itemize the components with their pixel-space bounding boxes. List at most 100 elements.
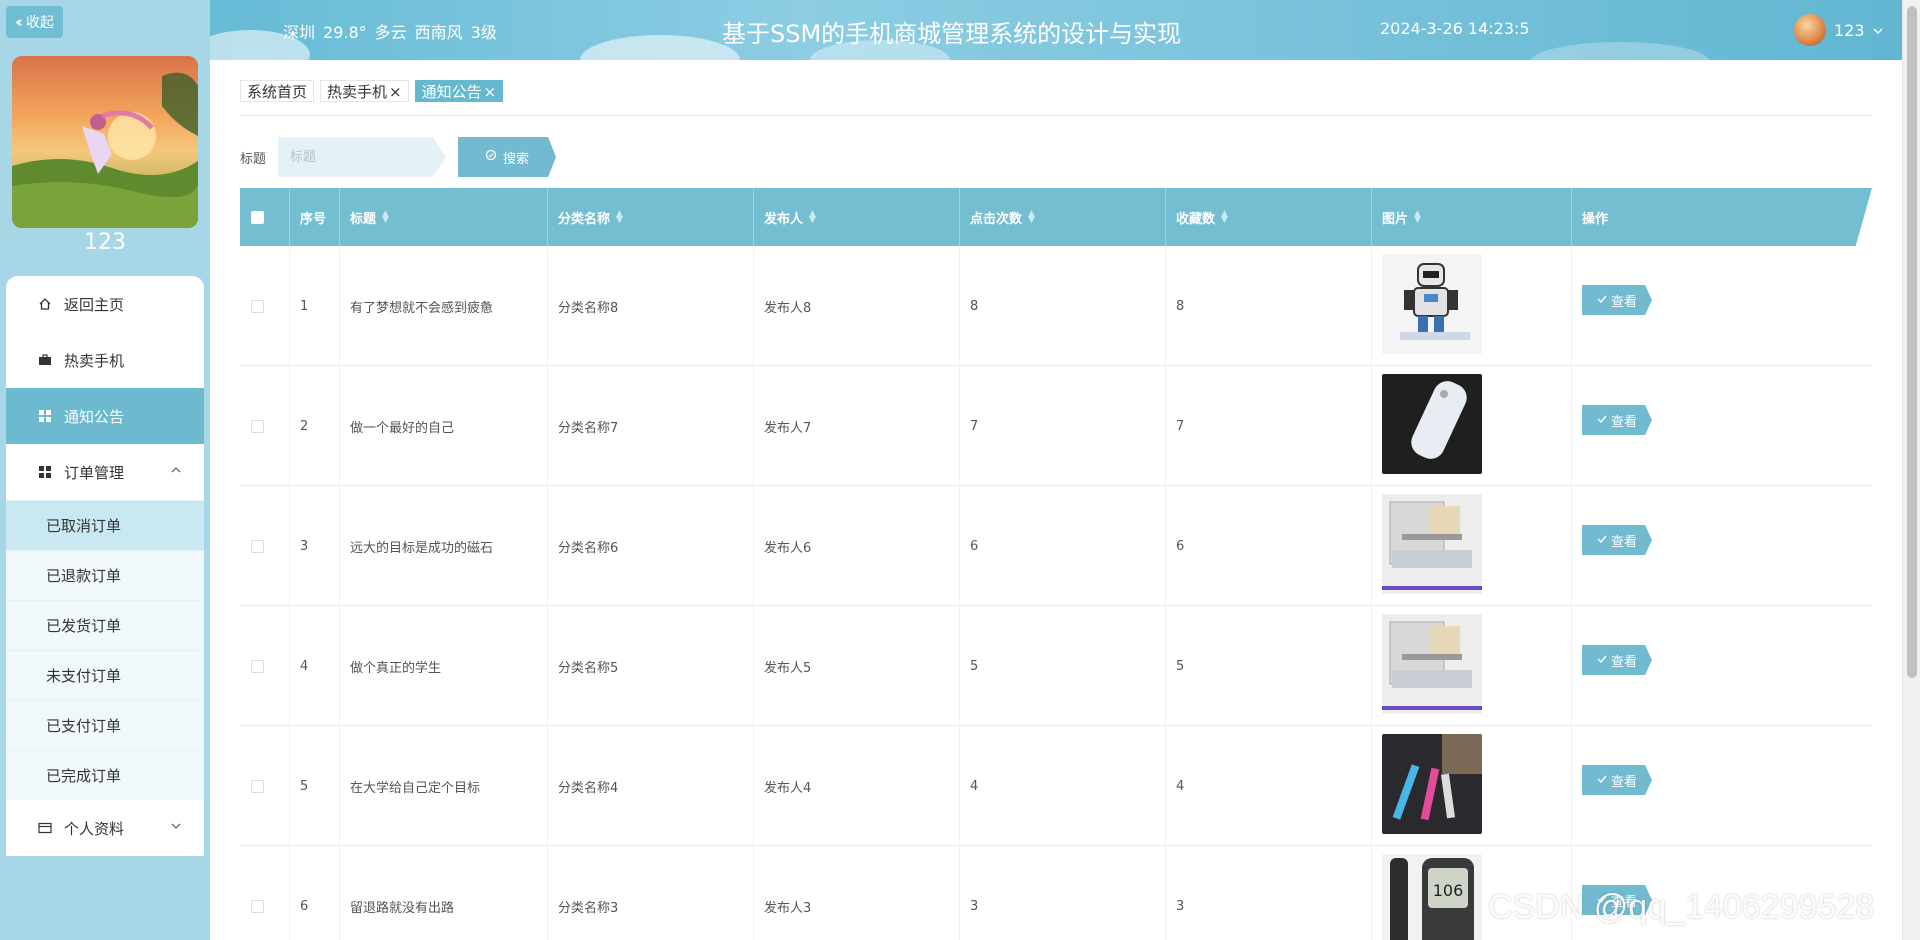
sidebar-item-profile[interactable]: 个人资料 (6, 800, 204, 856)
sidebar-item-notices[interactable]: 通知公告 (6, 388, 204, 444)
product-thumbnail[interactable] (1382, 734, 1482, 834)
row-checkbox[interactable] (251, 299, 264, 313)
sidebar-item-orders[interactable]: 订单管理 (6, 444, 204, 500)
scrollbar-thumb[interactable] (1907, 6, 1917, 678)
cell-favorites-text: 7 (1176, 418, 1185, 434)
cell-clicks-text: 6 (970, 538, 979, 554)
cell-favorites-text: 3 (1176, 898, 1185, 914)
product-thumbnail[interactable] (1382, 494, 1482, 594)
cell-favorites: 3 (1166, 846, 1372, 940)
table-header: 序号 标题 ▲ ▼ 分类名称 ▲ ▼ 发布人 ▲ ▼ 点击次数 ▲ ▼ 收藏数 ▲ ▼ 图片 ▲ ▼ 操… (240, 188, 1872, 246)
header-select-all[interactable] (240, 188, 290, 246)
sort-icon[interactable]: ▲ ▼ (616, 210, 623, 225)
cell-index-text: 2 (300, 418, 309, 434)
submenu-unpaid-orders[interactable]: 未支付订单 (6, 650, 204, 700)
header-title[interactable]: 标题 ▲ ▼ (340, 188, 548, 246)
tab-notices[interactable]: 通知公告 × (414, 80, 504, 102)
product-thumbnail[interactable] (1382, 374, 1482, 474)
page-scrollbar[interactable] (1902, 0, 1920, 940)
cell-index-text: 5 (300, 778, 309, 794)
sidebar-item-home[interactable]: 返回主页 (6, 276, 204, 332)
cell-clicks-text: 3 (970, 898, 979, 914)
sort-icon[interactable]: ▲ ▼ (809, 210, 816, 225)
cell-category: 分类名称4 (548, 726, 754, 846)
close-icon[interactable]: × (389, 83, 402, 101)
view-button[interactable]: 查看 (1582, 285, 1652, 315)
tab-label: 系统首页 (247, 83, 308, 101)
sidebar-username: 123 (84, 230, 126, 255)
collapse-label: 收起 (26, 15, 54, 31)
cell-title: 做一个最好的自己 (340, 366, 548, 486)
cell-favorites-text: 8 (1176, 298, 1185, 314)
row-checkbox[interactable] (251, 659, 264, 673)
view-button-label: 查看 (1610, 774, 1637, 790)
collapse-button[interactable]: ‹‹ 收起 (6, 6, 63, 38)
cell-publisher-text: 发布人8 (764, 300, 812, 316)
weather-info: 深圳 29.8° 多云 西南风 3级 (283, 19, 505, 43)
cell-actions: 查看 (1572, 606, 1872, 726)
view-button[interactable]: 查看 (1582, 645, 1652, 675)
tab-label: 通知公告 (421, 83, 482, 101)
search-label: 标题 (240, 152, 267, 167)
header-label: 图片 (1382, 211, 1409, 227)
table-row: 5 在大学给自己定个目标 分类名称4 发布人4 4 4 查看 (240, 726, 1872, 846)
row-select (240, 486, 290, 606)
cell-clicks-text: 4 (970, 778, 979, 794)
product-thumbnail[interactable]: 106 (1382, 854, 1482, 940)
cell-title-text: 在大学给自己定个目标 (350, 780, 481, 796)
view-button[interactable]: 查看 (1582, 765, 1652, 795)
tab-home[interactable]: 系统首页 (240, 80, 315, 102)
cell-image (1372, 366, 1572, 486)
chevron-up-icon (170, 464, 182, 479)
cell-title: 在大学给自己定个目标 (340, 726, 548, 846)
view-button-label: 查看 (1610, 534, 1637, 550)
submenu-completed-orders[interactable]: 已完成订单 (6, 750, 204, 800)
cell-title: 留退路就没有出路 (340, 846, 548, 940)
title-search-input[interactable] (278, 137, 446, 177)
tab-bar: 系统首页 热卖手机 × 通知公告 × (240, 80, 504, 102)
row-checkbox[interactable] (251, 779, 264, 793)
sidebar-item-hot-phones[interactable]: 热卖手机 (6, 332, 204, 388)
header-label: 收藏数 (1176, 211, 1216, 227)
submenu-cancelled-orders[interactable]: 已取消订单 (6, 500, 204, 550)
cell-title-text: 做一个最好的自己 (350, 420, 455, 436)
product-thumbnail[interactable] (1382, 254, 1482, 354)
sort-icon[interactable]: ▲ ▼ (1221, 210, 1228, 225)
user-dropdown[interactable]: 123 (1794, 14, 1883, 46)
tab-hot-phones[interactable]: 热卖手机 × (320, 80, 409, 102)
cell-index: 1 (290, 246, 340, 366)
row-checkbox[interactable] (251, 419, 264, 433)
cell-index-text: 1 (300, 298, 309, 314)
sort-icon[interactable]: ▲ ▼ (1414, 210, 1421, 225)
submenu-paid-orders[interactable]: 已支付订单 (6, 700, 204, 750)
row-checkbox[interactable] (251, 539, 264, 553)
sidebar: ‹‹ 收起 123 返回主页 热卖手机 通知公告 订单管理 已取消订单 已退款订… (0, 0, 210, 940)
cell-category-text: 分类名称6 (558, 540, 619, 556)
view-button[interactable]: 查看 (1582, 525, 1652, 555)
search-button[interactable]: 搜索 (458, 137, 556, 177)
header-favorites[interactable]: 收藏数 ▲ ▼ (1166, 188, 1372, 246)
close-icon[interactable]: × (484, 83, 497, 101)
cell-category: 分类名称5 (548, 606, 754, 726)
weather-level: 3级 (470, 23, 497, 42)
select-all-checkbox[interactable] (251, 210, 264, 224)
submenu-refunded-orders[interactable]: 已退款订单 (6, 550, 204, 600)
header-clicks[interactable]: 点击次数 ▲ ▼ (960, 188, 1166, 246)
cell-clicks: 4 (960, 726, 1166, 846)
cell-category: 分类名称7 (548, 366, 754, 486)
cell-clicks: 3 (960, 846, 1166, 940)
product-thumbnail[interactable] (1382, 614, 1482, 714)
row-checkbox[interactable] (251, 899, 264, 913)
check-icon (1597, 773, 1607, 788)
header-image[interactable]: 图片 ▲ ▼ (1372, 188, 1572, 246)
submenu-shipped-orders[interactable]: 已发货订单 (6, 600, 204, 650)
view-button-label: 查看 (1610, 294, 1637, 310)
header-publisher[interactable]: 发布人 ▲ ▼ (754, 188, 960, 246)
user-avatar-image (12, 56, 198, 228)
header-category[interactable]: 分类名称 ▲ ▼ (548, 188, 754, 246)
cell-title-text: 有了梦想就不会感到疲惫 (350, 300, 494, 316)
sort-icon[interactable]: ▲ ▼ (1028, 210, 1035, 225)
view-button[interactable]: 查看 (1582, 405, 1652, 435)
check-icon (1597, 293, 1607, 308)
sort-icon[interactable]: ▲ ▼ (382, 210, 389, 225)
